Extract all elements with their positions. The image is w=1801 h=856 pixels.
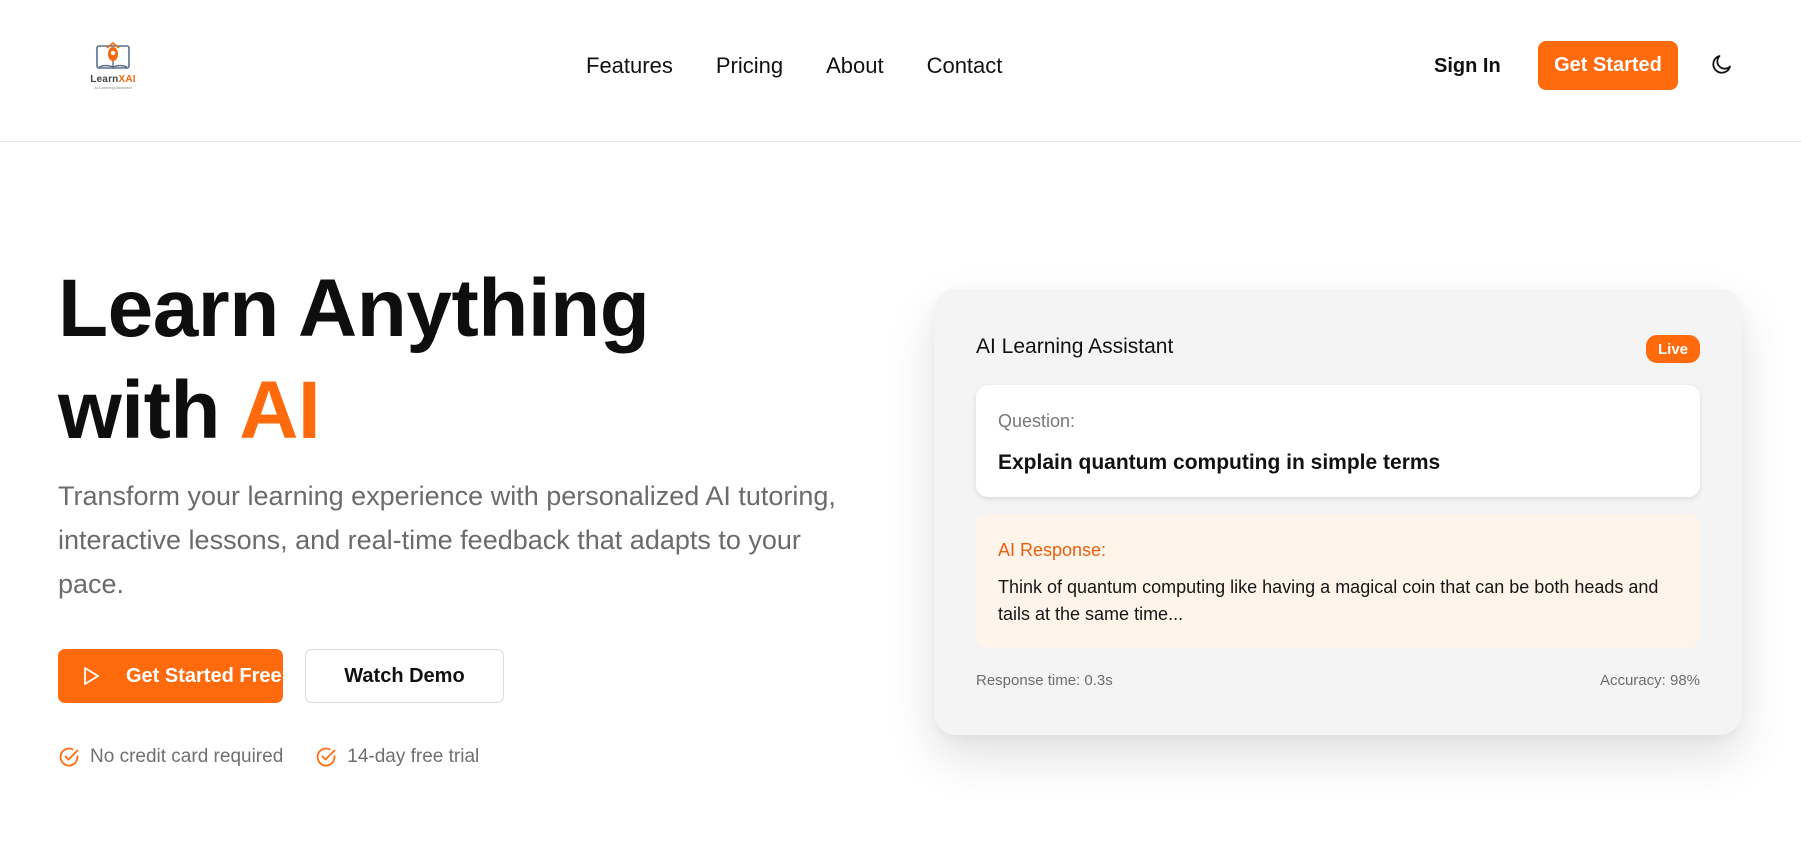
get-started-free-button[interactable]: Get Started Free (58, 649, 283, 703)
check-circle-icon (316, 747, 336, 767)
main-nav: Features Pricing About Contact (586, 50, 1045, 82)
question-text: Explain quantum computing in simple term… (998, 451, 1441, 474)
perks-list: No credit card required 14-day free tria… (58, 746, 511, 768)
perk-label: No credit card required (90, 746, 284, 767)
moon-icon[interactable] (1710, 52, 1734, 76)
nav-link-pricing[interactable]: Pricing (716, 50, 783, 82)
perk-item: 14-day free trial (315, 746, 479, 768)
logo-wordmark: LearnXAI (90, 74, 136, 85)
response-label: AI Response: (998, 540, 1107, 560)
logo-tagline: AI Learning Assistant (94, 85, 132, 90)
check-circle-icon (59, 747, 79, 767)
nav-link-features[interactable]: Features (586, 50, 673, 82)
response-time: Response time: 0.3s (976, 672, 1113, 689)
question-box: Question: Explain quantum computing in s… (976, 385, 1700, 497)
logo-book-icon (96, 42, 130, 69)
play-icon (84, 667, 99, 685)
nav-link-about[interactable]: About (826, 50, 884, 82)
watch-demo-button[interactable]: Watch Demo (305, 649, 504, 703)
live-badge: Live (1645, 335, 1700, 363)
perk-label: 14-day free trial (347, 746, 480, 767)
hero-title-accent: AI (239, 365, 321, 456)
sign-in-link[interactable]: Sign In (1434, 50, 1501, 82)
get-started-free-label: Get Started Free (126, 664, 282, 687)
response-text: Think of quantum computing like having a… (998, 577, 1659, 624)
brand-logo[interactable]: LearnXAI AI Learning Assistant (86, 40, 140, 90)
response-box: AI Response: Think of quantum computing … (976, 514, 1700, 648)
site-header: LearnXAI AI Learning Assistant Features … (0, 0, 1801, 142)
hero-title-line2-prefix: with (58, 365, 240, 456)
hero-title-line1: Learn Anything (58, 263, 650, 354)
get-started-button[interactable]: Get Started (1538, 41, 1678, 90)
card-title: AI Learning Assistant (976, 335, 1174, 358)
question-label: Question: (998, 411, 1076, 431)
hero-title: Learn Anything with AI (58, 258, 878, 462)
accuracy: Accuracy: 98% (1599, 672, 1700, 689)
ai-assistant-card: AI Learning Assistant Live Question: Exp… (934, 289, 1742, 735)
hero-subtitle: Transform your learning experience with … (58, 481, 836, 599)
perk-item: No credit card required (58, 746, 283, 768)
nav-link-contact[interactable]: Contact (927, 50, 1003, 82)
